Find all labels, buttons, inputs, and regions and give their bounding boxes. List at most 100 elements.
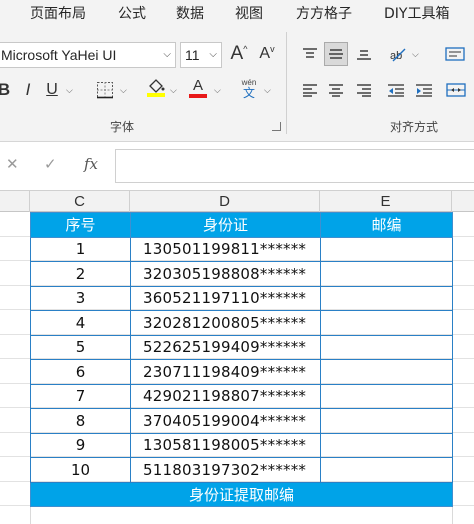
bold-button[interactable]: B: [0, 78, 10, 102]
cell-serial[interactable]: 3: [30, 285, 131, 311]
cell-id[interactable]: 230711198409******: [130, 359, 321, 385]
column-header-partial[interactable]: [0, 191, 30, 212]
cell-serial[interactable]: 2: [30, 261, 131, 287]
table-row: 8 370405199004******: [30, 408, 453, 434]
merge-center-button[interactable]: [442, 78, 470, 102]
svg-text:ab: ab: [390, 50, 402, 62]
cell-serial[interactable]: 10: [30, 457, 131, 483]
align-right-button[interactable]: [352, 78, 376, 102]
italic-icon: I: [25, 80, 31, 99]
align-middle-button[interactable]: [324, 42, 348, 66]
header-cell-serial[interactable]: 序号: [30, 212, 131, 238]
formula-input[interactable]: [115, 149, 474, 183]
chevron-down-icon: ⌵: [209, 49, 217, 60]
table-row: 7 429021198807******: [30, 383, 453, 409]
grow-font-button[interactable]: A ^: [228, 42, 250, 66]
align-top-icon: [303, 48, 317, 58]
footer-cell-title[interactable]: 身份证提取邮编: [30, 481, 453, 507]
decrease-indent-button[interactable]: [384, 78, 408, 102]
font-dialog-launcher-icon[interactable]: [272, 122, 281, 131]
font-size-select[interactable]: 11 ⌵: [180, 42, 222, 68]
font-size-value: 11: [185, 47, 200, 63]
column-header-e[interactable]: E: [320, 191, 452, 212]
phonetic-guide-button[interactable]: wén 文: [238, 74, 260, 104]
cell-zip[interactable]: [320, 457, 453, 483]
wrap-text-button[interactable]: [440, 42, 470, 66]
table-row: 2 320305198808******: [30, 261, 453, 287]
enter-icon[interactable]: ✓: [44, 155, 57, 173]
cell-zip[interactable]: [320, 408, 453, 434]
cell-id[interactable]: 130581198005******: [130, 432, 321, 458]
cell-id[interactable]: 320281200805******: [130, 310, 321, 336]
cell-serial[interactable]: 4: [30, 310, 131, 336]
underline-icon: U: [46, 81, 58, 98]
cell-id[interactable]: 429021198807******: [130, 383, 321, 409]
chevron-down-icon: ⌵: [66, 86, 73, 96]
menu-data[interactable]: 数据: [176, 3, 204, 23]
menu-formulas[interactable]: 公式: [118, 3, 146, 23]
header-cell-id[interactable]: 身份证: [130, 212, 321, 238]
menu-diy-toolbox[interactable]: DIY工具箱: [384, 3, 449, 23]
align-right-icon: [357, 84, 371, 97]
font-color-button[interactable]: A: [188, 76, 208, 100]
underline-button[interactable]: U: [44, 78, 60, 102]
cell-serial[interactable]: 5: [30, 334, 131, 360]
borders-icon: [97, 82, 113, 99]
menu-page-layout[interactable]: 页面布局: [30, 3, 86, 23]
align-center-icon: [329, 84, 343, 97]
text-orientation-icon: ab: [390, 48, 406, 62]
column-header-d[interactable]: D: [130, 191, 320, 212]
increase-indent-button[interactable]: [412, 78, 436, 102]
column-header-c[interactable]: C: [30, 191, 130, 212]
cell-serial[interactable]: 6: [30, 359, 131, 385]
cell-id[interactable]: 370405199004******: [130, 408, 321, 434]
borders-button[interactable]: [94, 78, 116, 102]
align-left-button[interactable]: [298, 78, 322, 102]
cell-id[interactable]: 522625199409******: [130, 334, 321, 360]
align-bottom-button[interactable]: [352, 42, 376, 66]
menu-fangfang-grid[interactable]: 方方格子: [296, 3, 352, 23]
fill-color-swatch: [147, 93, 165, 97]
table-row: 6 230711198409******: [30, 359, 453, 385]
cell-zip[interactable]: [320, 359, 453, 385]
cell-serial[interactable]: 7: [30, 383, 131, 409]
increase-indent-icon: [416, 84, 432, 97]
decrease-indent-icon: [388, 84, 404, 97]
shrink-font-button[interactable]: Av: [256, 42, 278, 66]
cell-zip[interactable]: [320, 310, 453, 336]
cell-zip[interactable]: [320, 334, 453, 360]
chevron-down-icon: ⌵: [163, 49, 171, 60]
cell-id[interactable]: 511803197302******: [130, 457, 321, 483]
cell-zip[interactable]: [320, 261, 453, 287]
align-bottom-icon: [357, 50, 371, 60]
cell-zip[interactable]: [320, 236, 453, 262]
table-footer-row: 身份证提取邮编: [30, 481, 453, 507]
align-top-button[interactable]: [298, 42, 322, 66]
cell-serial[interactable]: 1: [30, 236, 131, 262]
cell-zip[interactable]: [320, 432, 453, 458]
cell-serial[interactable]: 9: [30, 432, 131, 458]
cell-id[interactable]: 360521197110******: [130, 285, 321, 311]
header-cell-zip[interactable]: 邮编: [320, 212, 453, 238]
shrink-font-icon: A: [259, 45, 271, 62]
cell-serial[interactable]: 8: [30, 408, 131, 434]
fill-color-button[interactable]: [146, 76, 166, 100]
cell-zip[interactable]: [320, 285, 453, 311]
menu-bar: 页面布局 公式 数据 视图 方方格子 DIY工具箱: [0, 0, 474, 24]
paint-bucket-icon: [149, 79, 165, 93]
menu-view[interactable]: 视图: [235, 3, 263, 23]
italic-button[interactable]: I: [20, 78, 36, 102]
insert-function-icon[interactable]: fx: [84, 155, 98, 173]
table-row: 4 320281200805******: [30, 310, 453, 336]
cell-zip[interactable]: [320, 383, 453, 409]
cell-id[interactable]: 130501199811******: [130, 236, 321, 262]
cancel-icon[interactable]: ✕: [6, 155, 19, 173]
orientation-button[interactable]: ab: [386, 42, 410, 66]
font-name-select[interactable]: Microsoft YaHei UI ⌵: [0, 42, 176, 68]
formula-bar: ✕ ✓ fx: [0, 142, 474, 190]
chevron-down-icon: ⌵: [170, 86, 177, 96]
ribbon-separator: [286, 32, 287, 134]
align-center-button[interactable]: [324, 78, 348, 102]
chevron-down-icon: ⌵: [412, 50, 419, 60]
cell-id[interactable]: 320305198808******: [130, 261, 321, 287]
